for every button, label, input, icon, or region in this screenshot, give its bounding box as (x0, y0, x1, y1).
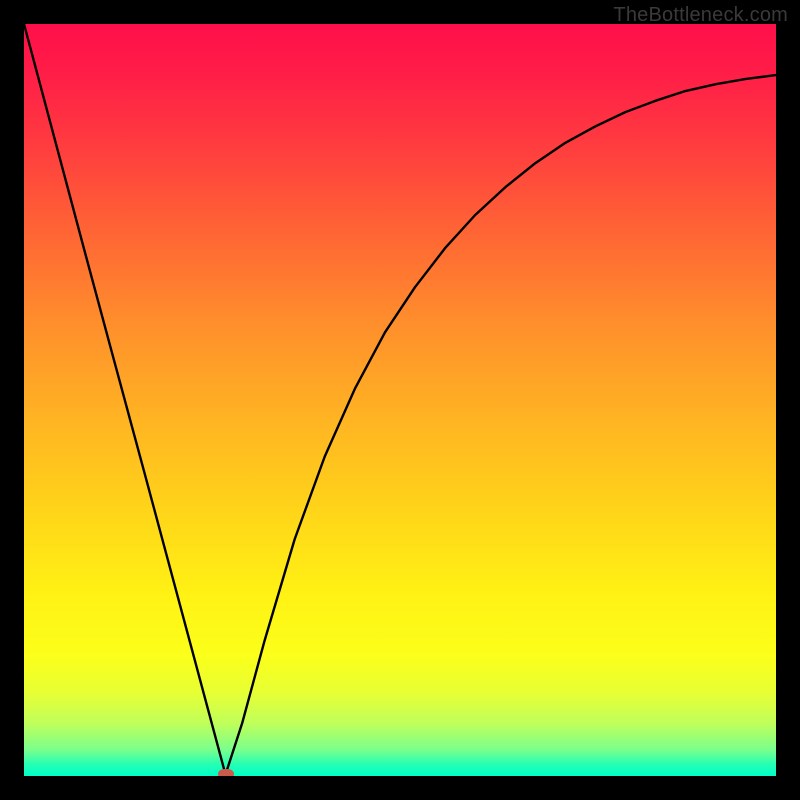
watermark-text: TheBottleneck.com (613, 4, 788, 27)
minimum-marker-dot (218, 769, 234, 776)
plot-area (24, 24, 776, 776)
bottleneck-curve (24, 24, 776, 775)
curve-svg (24, 24, 776, 776)
chart-frame: TheBottleneck.com (0, 0, 800, 800)
